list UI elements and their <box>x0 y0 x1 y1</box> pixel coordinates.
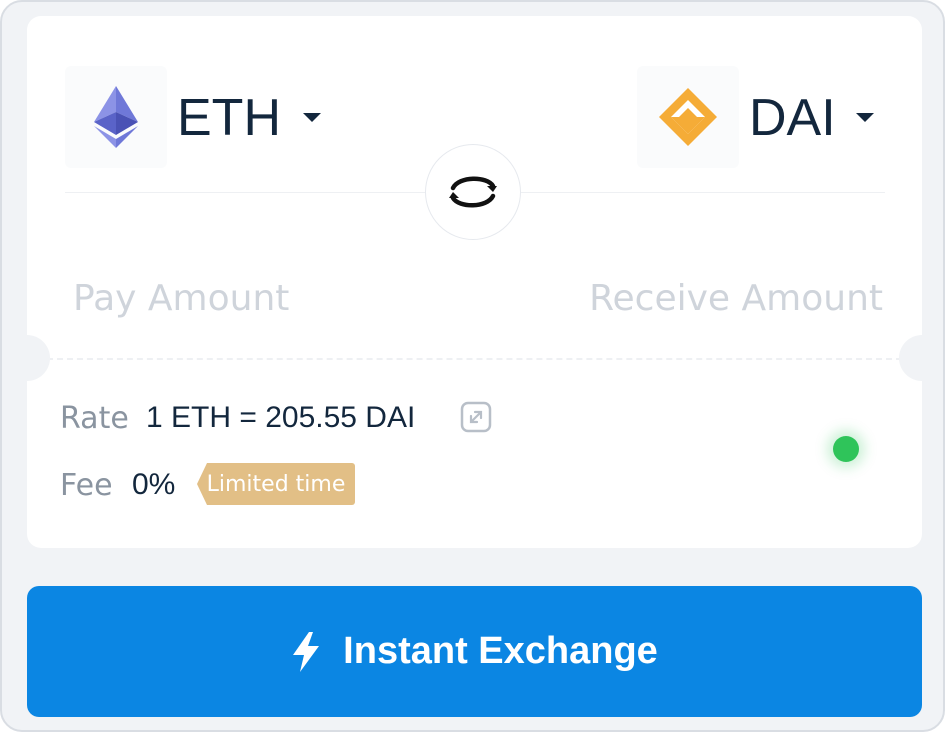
to-coin-symbol[interactable]: DAI <box>749 92 836 144</box>
from-coin-symbol[interactable]: ETH <box>177 92 281 144</box>
right-notch <box>899 335 922 381</box>
rate-value: 1 ETH = 205.55 DAI <box>146 401 416 434</box>
status-indicator <box>833 436 859 462</box>
exchange-widget: ETH DAI Pay Amount Receive Amount Rate 1… <box>0 0 945 732</box>
expand-icon[interactable] <box>460 401 492 433</box>
to-coin-icon-box[interactable] <box>637 66 739 168</box>
instant-exchange-label: Instant Exchange <box>343 630 658 672</box>
rate-label: Rate <box>60 401 129 436</box>
eth-icon <box>94 86 138 148</box>
fee-label: Fee <box>60 468 113 503</box>
receive-amount-input[interactable] <box>517 272 883 324</box>
lightning-icon <box>293 631 320 672</box>
dai-icon <box>659 88 717 146</box>
from-coin-icon-box[interactable] <box>65 66 167 168</box>
limited-time-badge: Limited time <box>197 463 355 505</box>
left-notch <box>27 335 50 381</box>
swap-button[interactable] <box>425 144 521 240</box>
dashed-divider <box>47 358 902 360</box>
pay-amount-input[interactable] <box>73 272 433 324</box>
instant-exchange-button[interactable]: Instant Exchange <box>27 586 922 717</box>
to-coin-dropdown-caret-icon[interactable] <box>856 113 874 122</box>
fee-value: 0% <box>132 468 176 501</box>
swap-arrows-icon <box>449 176 497 208</box>
exchange-card: ETH DAI Pay Amount Receive Amount Rate 1… <box>27 16 922 548</box>
from-coin-dropdown-caret-icon[interactable] <box>303 113 321 122</box>
